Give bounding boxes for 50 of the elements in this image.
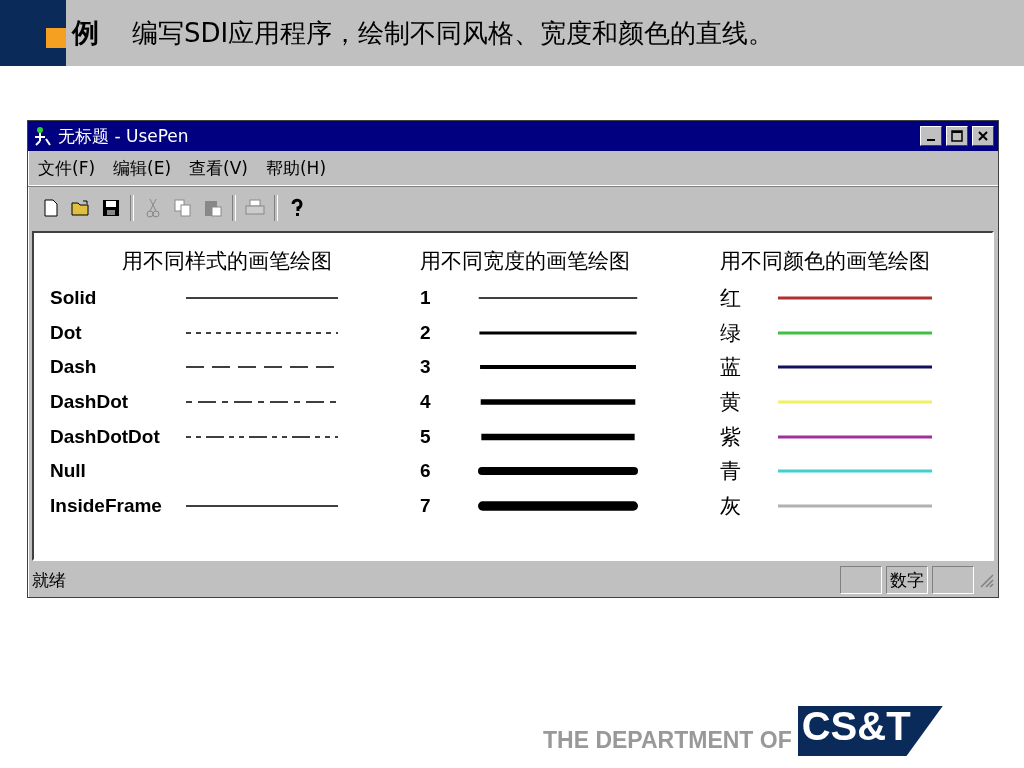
status-pane (840, 566, 882, 594)
pen-label: 绿 (720, 319, 742, 346)
app-icon (32, 125, 54, 147)
status-pane (932, 566, 974, 594)
new-document-icon[interactable] (44, 199, 58, 217)
department-logo: CS&T (797, 706, 943, 756)
pen-label: DashDotDot (50, 425, 161, 448)
minimize-button[interactable] (920, 126, 942, 146)
column-title: 用不同颜色的画笔绘图 (720, 248, 931, 275)
pen-label: 青 (720, 458, 742, 485)
example-marker: 例 (72, 16, 100, 50)
close-icon (977, 130, 989, 142)
column-title: 用不同宽度的画笔绘图 (420, 248, 631, 275)
help-icon[interactable] (290, 198, 304, 218)
slide-title: 编写SDI应用程序，绘制不同风格、宽度和颜色的直线。 (132, 16, 775, 50)
pen-label: 蓝 (720, 354, 742, 381)
minimize-icon (927, 139, 935, 141)
pen-label: Null (50, 460, 87, 483)
folder-icon[interactable] (71, 200, 91, 216)
pen-label: DashDot (50, 391, 130, 414)
pen-label: 3 (420, 356, 432, 379)
menu-item[interactable]: 查看(V) (189, 157, 248, 179)
maximize-button[interactable] (946, 126, 968, 146)
pen-label: 6 (420, 460, 432, 483)
column-title: 用不同样式的画笔绘图 (121, 248, 333, 275)
pen-label: 5 (420, 425, 432, 448)
window-title: 无标题 - UsePen (58, 124, 190, 148)
save-icon[interactable] (102, 199, 120, 217)
resize-grip-icon[interactable] (978, 572, 994, 588)
pen-label: Solid (50, 287, 98, 310)
pen-label: 7 (420, 494, 432, 517)
menu-item[interactable]: 帮助(H) (265, 157, 327, 179)
close-button[interactable] (972, 126, 994, 146)
pen-label: InsideFrame (50, 494, 163, 517)
status-indicator: 数字 (886, 566, 928, 594)
pen-label: 4 (420, 391, 432, 414)
pen-label: 红 (720, 285, 742, 312)
pen-label: 灰 (720, 492, 742, 519)
status-text: 就绪 (32, 568, 67, 592)
menu-item[interactable]: 文件(F) (38, 157, 96, 179)
menu-item[interactable]: 编辑(E) (113, 157, 172, 179)
footer-text: THE DEPARTMENT OF (543, 727, 792, 754)
pen-label: Dash (50, 356, 98, 379)
pen-label: Dot (50, 321, 83, 344)
pen-label: 紫 (720, 423, 742, 450)
pen-label: 1 (420, 287, 432, 310)
bullet-square-icon (46, 28, 66, 48)
pen-label: 2 (420, 321, 432, 344)
pen-label: 黄 (720, 389, 742, 416)
maximize-icon (951, 130, 963, 142)
